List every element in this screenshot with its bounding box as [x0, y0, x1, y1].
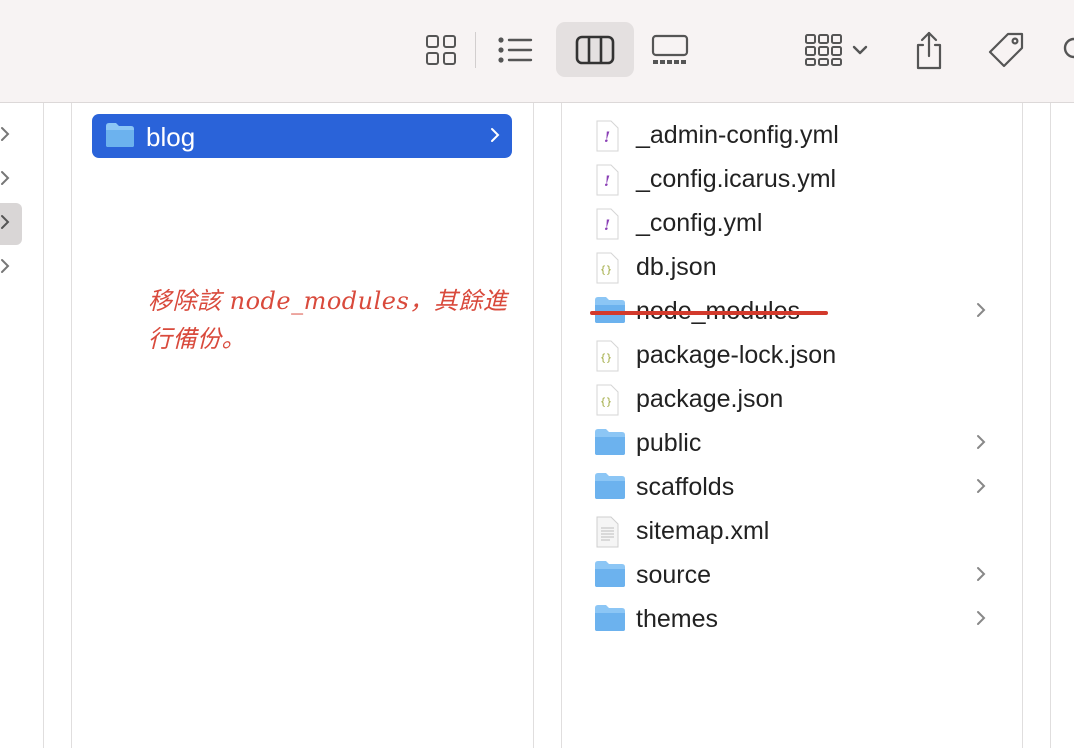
file-name: scaffolds	[636, 473, 735, 501]
chevron-right-icon	[976, 478, 986, 499]
svg-text:!: !	[604, 218, 610, 234]
gallery-view-button[interactable]	[646, 22, 694, 77]
file-name: _admin-config.yml	[636, 121, 839, 149]
grid-icon	[426, 34, 456, 65]
folder-row-blog[interactable]: blog	[92, 114, 512, 158]
column-divider[interactable]	[533, 103, 534, 748]
chevron-down-icon	[852, 45, 868, 54]
annotation-line-1: 移除該 node_modules，其餘進	[148, 287, 508, 315]
svg-text:{}: {}	[600, 353, 612, 364]
file-row[interactable]: ! _config.icarus.yml	[592, 158, 1002, 202]
file-name: sitemap.xml	[636, 517, 770, 545]
column-divider[interactable]	[561, 103, 562, 748]
file-row[interactable]: ! _admin-config.yml	[592, 114, 1002, 158]
share-icon	[916, 31, 942, 69]
group-grid-icon	[805, 33, 842, 66]
svg-text:{}: {}	[600, 397, 612, 408]
chevron-right-icon	[976, 302, 986, 323]
file-row[interactable]: {} package.json	[592, 378, 1002, 422]
yml-file-icon: !	[594, 164, 628, 196]
chevron-right-icon	[0, 254, 14, 278]
column-divider[interactable]	[1050, 103, 1051, 748]
folder-row[interactable]: themes	[592, 598, 1002, 642]
search-button[interactable]	[1058, 22, 1074, 77]
chevron-right-icon	[976, 434, 986, 455]
column-view-button[interactable]	[556, 22, 634, 77]
folder-icon	[594, 472, 628, 504]
file-row[interactable]: {} package-lock.json	[592, 334, 1002, 378]
json-file-icon: {}	[594, 340, 628, 372]
toolbar-separator	[475, 32, 476, 68]
group-button[interactable]	[798, 22, 874, 77]
chevron-right-icon	[0, 166, 14, 190]
yml-file-icon: !	[594, 120, 628, 152]
yml-file-icon: !	[594, 208, 628, 240]
json-file-icon: {}	[594, 252, 628, 284]
file-name: _config.icarus.yml	[636, 165, 837, 193]
gallery-icon	[651, 34, 689, 64]
folder-label: blog	[146, 122, 196, 152]
tag-button[interactable]	[982, 22, 1030, 77]
svg-text:!: !	[604, 130, 610, 146]
finder-toolbar	[0, 0, 1074, 103]
tag-icon	[988, 32, 1024, 67]
search-icon	[1063, 37, 1074, 58]
file-name: themes	[636, 605, 718, 633]
xml-file-icon	[594, 516, 628, 548]
handwritten-annotation: 移除該 node_modules，其餘進 行備份。	[148, 282, 528, 358]
chevron-right-icon	[0, 210, 14, 234]
file-name: package-lock.json	[636, 341, 837, 369]
svg-text:!: !	[604, 174, 610, 190]
file-row[interactable]: ! _config.yml	[592, 202, 1002, 246]
column-divider[interactable]	[1022, 103, 1023, 748]
json-file-icon: {}	[594, 384, 628, 416]
folder-icon	[594, 604, 628, 636]
chevron-right-icon	[976, 610, 986, 631]
folder-row[interactable]: public	[592, 422, 1002, 466]
icon-view-button[interactable]	[416, 22, 466, 77]
file-name: db.json	[636, 253, 717, 281]
file-row[interactable]: {} db.json	[592, 246, 1002, 290]
file-row[interactable]: sitemap.xml	[592, 510, 1002, 554]
columns-icon	[575, 35, 615, 64]
folder-icon	[105, 122, 135, 153]
file-name: package.json	[636, 385, 784, 413]
chevron-right-icon	[976, 566, 986, 587]
list-icon	[498, 36, 533, 63]
svg-text:{}: {}	[600, 265, 612, 276]
chevron-right-icon	[0, 122, 14, 146]
column-divider[interactable]	[43, 103, 44, 748]
folder-row[interactable]: source	[592, 554, 1002, 598]
chevron-right-icon	[490, 127, 500, 148]
folder-row[interactable]: scaffolds	[592, 466, 1002, 510]
strikethrough-mark	[590, 311, 828, 315]
file-name: public	[636, 429, 702, 457]
folder-icon	[594, 560, 628, 592]
column-divider[interactable]	[71, 103, 72, 748]
file-name: source	[636, 561, 712, 589]
annotation-line-2: 行備份。	[148, 325, 246, 353]
share-button[interactable]	[906, 22, 952, 77]
file-name: _config.yml	[636, 209, 763, 237]
folder-icon	[594, 428, 628, 460]
list-view-button[interactable]	[492, 22, 538, 77]
